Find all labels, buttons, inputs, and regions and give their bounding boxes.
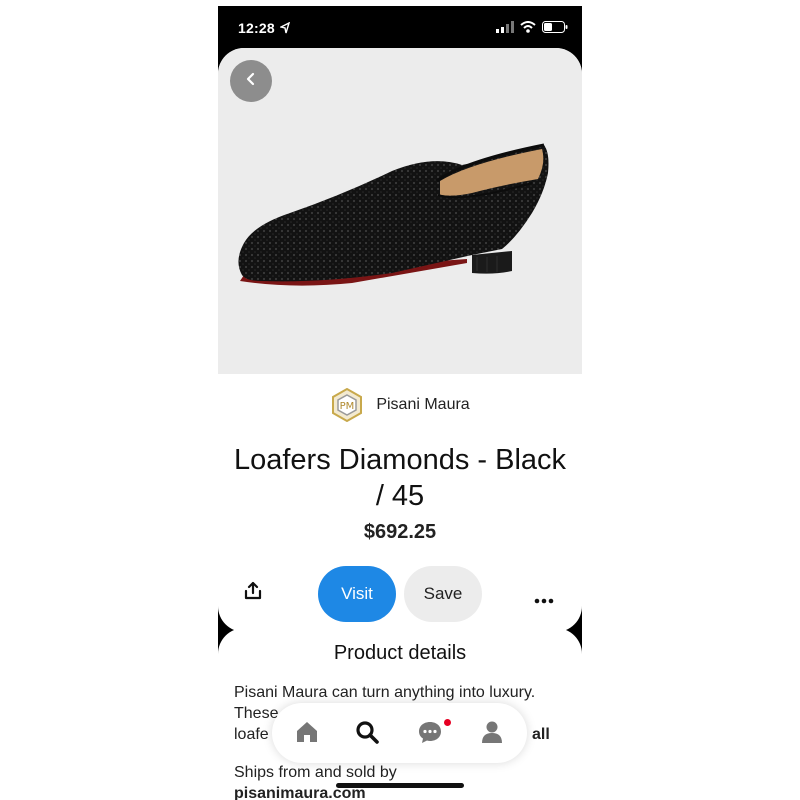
ships-from: Ships from and sold by pisanimaura.com: [234, 762, 570, 800]
wifi-icon: [520, 20, 536, 38]
brand-name: Pisani Maura: [376, 396, 470, 413]
share-icon[interactable]: [243, 581, 263, 606]
description-line-3-start: loafe: [234, 726, 269, 743]
signal-icon: [496, 20, 514, 38]
brand-logo-icon: PM: [330, 387, 364, 423]
save-button[interactable]: Save: [404, 566, 482, 622]
ships-from-label: Ships from and sold by: [234, 764, 397, 781]
back-button[interactable]: [230, 60, 272, 102]
details-heading: Product details: [333, 642, 467, 664]
more-options-icon[interactable]: [534, 591, 554, 609]
product-image[interactable]: [218, 48, 582, 374]
phone-screen: 12:28 PM Pisani Maura Loafers Diamonds -…: [218, 6, 582, 800]
action-row: Visit Save: [218, 563, 582, 623]
status-time: 12:28: [238, 20, 275, 36]
location-arrow-icon: [278, 21, 291, 39]
home-indicator: [336, 783, 464, 788]
battery-icon: [542, 20, 568, 38]
profile-icon[interactable]: [479, 719, 505, 750]
chevron-left-icon: [244, 72, 258, 91]
product-price: $692.25: [363, 521, 437, 543]
messages-icon[interactable]: [417, 719, 443, 750]
home-icon[interactable]: [294, 719, 320, 750]
visit-button[interactable]: Visit: [318, 566, 396, 622]
brand-row[interactable]: PM Pisani Maura: [218, 387, 582, 423]
product-card: PM Pisani Maura Loafers Diamonds - Black…: [218, 48, 582, 632]
svg-text:PM: PM: [340, 401, 355, 412]
search-icon[interactable]: [354, 719, 380, 750]
product-title: Loafers Diamonds - Black / 45: [233, 444, 567, 512]
loafer-shoe-image: [232, 133, 552, 298]
bottom-navigation: [272, 703, 527, 763]
status-icons: [496, 20, 568, 38]
notification-dot: [444, 719, 451, 726]
status-bar: 12:28: [218, 6, 582, 48]
description-line-3-end: all: [532, 726, 550, 743]
description-line-1: Pisani Maura can turn anything into luxu…: [234, 684, 536, 701]
